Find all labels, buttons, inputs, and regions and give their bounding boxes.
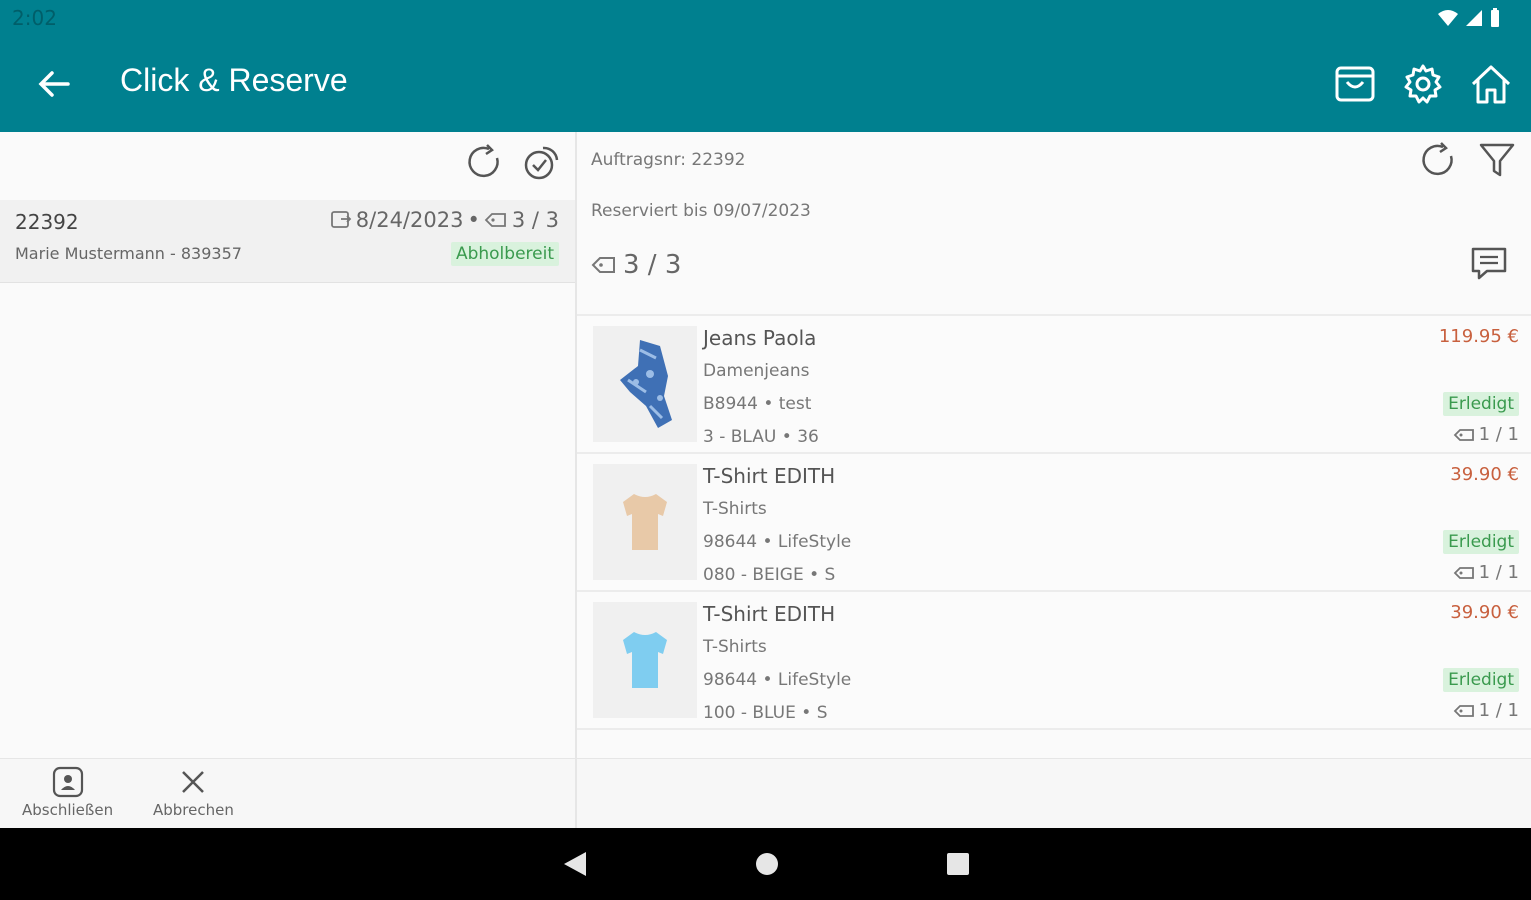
tshirt-beige-image — [623, 494, 667, 550]
product-category: T-Shirts — [703, 637, 767, 657]
product-variant: 100 - BLUE • S — [703, 703, 828, 723]
status-icons — [1437, 8, 1501, 28]
order-id: 22392 — [15, 210, 79, 234]
battery-icon — [1491, 8, 1499, 27]
tshirt-blue-image — [623, 632, 667, 688]
reserved-until: Reserviert bis 09/07/2023 — [591, 201, 811, 221]
product-code: 98644 • LifeStyle — [703, 670, 852, 690]
refresh-icon[interactable] — [1419, 140, 1459, 180]
product-name: Jeans Paola — [703, 326, 817, 350]
nav-home-icon[interactable] — [754, 850, 780, 878]
check-all-icon[interactable] — [521, 142, 561, 182]
product-variant: 3 - BLAU • 36 — [703, 427, 819, 447]
basket-icon[interactable] — [1333, 62, 1377, 106]
order-meta: 8/24/2023 • 3 / 3 — [330, 208, 559, 232]
order-list-panel: 22392 Marie Mustermann - 839357 8/24/202… — [0, 132, 575, 758]
nav-back-icon[interactable] — [562, 850, 588, 878]
page-title: Click & Reserve — [120, 62, 348, 98]
status-badge: Erledigt — [1443, 668, 1519, 692]
order-count: 3 / 3 — [511, 208, 559, 232]
product-qty: 1 / 1 — [1453, 424, 1519, 445]
product-variant: 080 - BEIGE • S — [703, 565, 836, 585]
article-row[interactable]: T-Shirt EDITH T-Shirts 98644 • LifeStyle… — [577, 452, 1531, 590]
tag-icon — [1453, 428, 1474, 441]
refresh-icon[interactable] — [465, 142, 505, 182]
order-number: Auftragsnr: 22392 — [591, 150, 746, 170]
product-qty-value: 1 / 1 — [1478, 562, 1519, 583]
product-image-tshirt-beige — [593, 464, 697, 580]
product-name: T-Shirt EDITH — [703, 464, 836, 488]
separator-dot: • — [467, 208, 480, 232]
article-list: Jeans Paola Damenjeans B8944 • test 3 - … — [577, 314, 1531, 730]
signal-icon — [1466, 10, 1482, 26]
nav-recents-icon[interactable] — [945, 850, 971, 878]
calendar-icon — [330, 211, 352, 228]
order-customer: Marie Mustermann - 839357 — [15, 244, 242, 263]
comment-icon[interactable] — [1469, 244, 1509, 284]
complete-label: Abschließen — [22, 801, 114, 819]
tag-icon — [1453, 704, 1474, 717]
product-qty-value: 1 / 1 — [1478, 424, 1519, 445]
tag-icon — [484, 213, 506, 227]
product-image-tshirt-blue — [593, 602, 697, 718]
status-badge: Abholbereit — [450, 242, 559, 266]
wifi-icon — [1438, 10, 1458, 26]
product-qty-value: 1 / 1 — [1478, 700, 1519, 721]
close-icon — [182, 771, 205, 793]
system-nav-bar — [0, 828, 1531, 900]
home-icon[interactable] — [1469, 62, 1513, 106]
detail-count-value: 3 / 3 — [623, 250, 682, 280]
tag-icon — [1453, 566, 1474, 579]
gear-icon[interactable] — [1401, 62, 1445, 106]
product-qty: 1 / 1 — [1453, 700, 1519, 721]
status-badge: Erledigt — [1443, 530, 1519, 554]
order-date: 8/24/2023 — [355, 208, 464, 232]
filter-icon[interactable] — [1477, 140, 1517, 180]
complete-button[interactable]: Abschließen — [22, 765, 113, 819]
product-price: 39.90 € — [1450, 602, 1519, 623]
clipboard-person-icon — [52, 766, 83, 798]
product-price: 39.90 € — [1450, 464, 1519, 485]
jeans-image — [620, 340, 672, 428]
bottom-bar-right — [577, 758, 1531, 829]
order-list-item[interactable]: 22392 Marie Mustermann - 839357 8/24/202… — [0, 200, 575, 283]
bottom-action-bar: Abschließen Abbrechen — [0, 758, 575, 829]
detail-count: 3 / 3 — [591, 250, 681, 280]
cancel-button[interactable]: Abbrechen — [153, 765, 234, 819]
product-qty: 1 / 1 — [1453, 562, 1519, 583]
order-detail-panel: Auftragsnr: 22392 Reserviert bis 09/07/2… — [577, 132, 1531, 758]
product-category: T-Shirts — [703, 499, 767, 519]
product-code: B8944 • test — [703, 394, 812, 414]
product-name: T-Shirt EDITH — [703, 602, 836, 626]
cancel-label: Abbrechen — [153, 801, 234, 819]
article-row[interactable]: Jeans Paola Damenjeans B8944 • test 3 - … — [577, 314, 1531, 452]
product-price: 119.95 € — [1438, 326, 1519, 347]
status-time: 2:02 — [12, 6, 57, 30]
product-code: 98644 • LifeStyle — [703, 532, 852, 552]
status-badge: Erledigt — [1443, 392, 1519, 416]
tag-icon — [591, 257, 615, 273]
back-arrow-icon[interactable] — [34, 64, 74, 104]
article-row[interactable]: T-Shirt EDITH T-Shirts 98644 • LifeStyle… — [577, 590, 1531, 730]
product-image-jeans — [593, 326, 697, 442]
product-category: Damenjeans — [703, 361, 810, 381]
app-bar: 2:02 Click & Reserve — [0, 0, 1531, 132]
